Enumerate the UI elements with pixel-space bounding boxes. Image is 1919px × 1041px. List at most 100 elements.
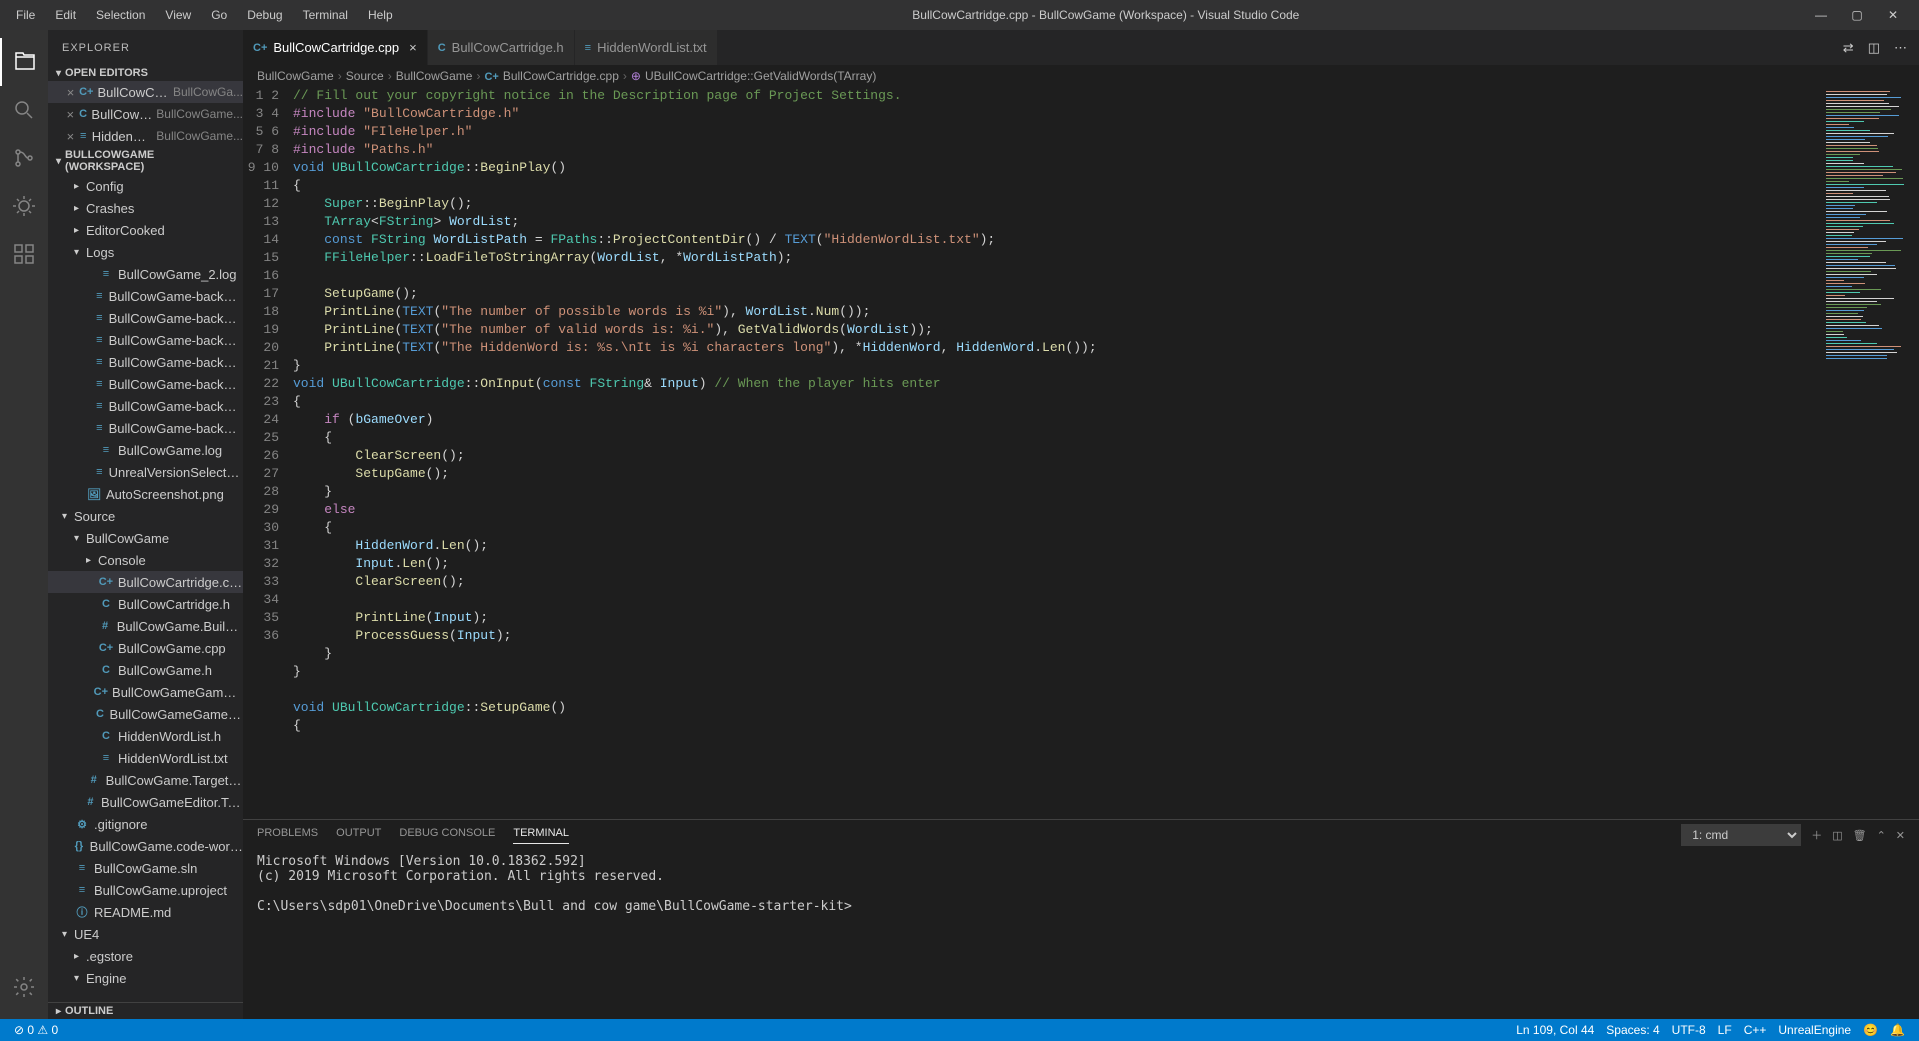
- file-item[interactable]: {}BullCowGame.code-workspace: [48, 835, 243, 857]
- status-item[interactable]: UTF-8: [1666, 1023, 1712, 1037]
- split-icon[interactable]: ◫: [1868, 40, 1880, 56]
- debug-icon[interactable]: [0, 182, 48, 230]
- file-item[interactable]: CBullCowGame.h: [48, 659, 243, 681]
- file-item[interactable]: 🖼AutoScreenshot.png: [48, 483, 243, 505]
- open-editor-item[interactable]: ×C+BullCowCartridge.cppBullCowGa...: [48, 81, 243, 103]
- breadcrumb-segment[interactable]: BullCowGame: [396, 69, 473, 83]
- file-item[interactable]: ≡HiddenWordList.txt: [48, 747, 243, 769]
- file-item[interactable]: C+BullCowCartridge.cpp: [48, 571, 243, 593]
- status-item[interactable]: UnrealEngine: [1772, 1023, 1857, 1037]
- close-panel-icon[interactable]: ✕: [1896, 829, 1905, 842]
- file-item[interactable]: ≡BullCowGame-backup-2020.02.0...: [48, 351, 243, 373]
- file-item[interactable]: ≡BullCowGame-backup-2020.02.0...: [48, 417, 243, 439]
- split-terminal-icon[interactable]: ◫: [1832, 829, 1842, 842]
- status-item[interactable]: Spaces: 4: [1600, 1023, 1665, 1037]
- breadcrumb-segment[interactable]: BullCowGame: [257, 69, 334, 83]
- status-item[interactable]: LF: [1712, 1023, 1738, 1037]
- workspace-section[interactable]: ▾BULLCOWGAME (WORKSPACE): [48, 147, 243, 175]
- folder-item[interactable]: ▾Source: [48, 505, 243, 527]
- menu-go[interactable]: Go: [203, 4, 235, 26]
- file-item[interactable]: ≡BullCowGame_2.log: [48, 263, 243, 285]
- folder-item[interactable]: ▾Logs: [48, 241, 243, 263]
- status-item[interactable]: 🔔: [1884, 1023, 1911, 1037]
- breadcrumb-segment[interactable]: ⊕UBullCowCartridge::GetValidWords(TArray…: [631, 69, 876, 83]
- file-item[interactable]: C+BullCowGame.cpp: [48, 637, 243, 659]
- kill-terminal-icon[interactable]: 🗑: [1853, 829, 1867, 842]
- folder-item[interactable]: ▸Crashes: [48, 197, 243, 219]
- menu-terminal[interactable]: Terminal: [295, 4, 356, 26]
- open-editor-item[interactable]: ×CBullCowCartridge.hBullCowGame...: [48, 103, 243, 125]
- outline-section[interactable]: ▸OUTLINE: [48, 1002, 243, 1019]
- menu-selection[interactable]: Selection: [88, 4, 153, 26]
- menu-debug[interactable]: Debug: [239, 4, 290, 26]
- file-item[interactable]: ≡BullCowGame-backup-2020.02.0...: [48, 285, 243, 307]
- panel-tab-terminal[interactable]: TERMINAL: [513, 827, 569, 844]
- folder-item[interactable]: ▸EditorCooked: [48, 219, 243, 241]
- folder-item[interactable]: ▸Console: [48, 549, 243, 571]
- panel-tab-problems[interactable]: PROBLEMS: [257, 827, 318, 843]
- editor-tab[interactable]: C+BullCowCartridge.cpp×: [243, 30, 428, 65]
- file-item[interactable]: #BullCowGame.Build.cs: [48, 615, 243, 637]
- menu-view[interactable]: View: [157, 4, 199, 26]
- minimize-button[interactable]: —: [1811, 8, 1831, 22]
- file-path: BullCowGa...: [173, 85, 243, 99]
- menu-edit[interactable]: Edit: [47, 4, 84, 26]
- status-item[interactable]: C++: [1738, 1023, 1773, 1037]
- new-terminal-icon[interactable]: ＋: [1811, 827, 1822, 843]
- folder-item[interactable]: ▾Engine: [48, 967, 243, 989]
- menu-help[interactable]: Help: [360, 4, 401, 26]
- close-file-icon[interactable]: ×: [66, 107, 75, 122]
- file-item[interactable]: ≡BullCowGame.log: [48, 439, 243, 461]
- maximize-button[interactable]: ▢: [1847, 8, 1867, 22]
- breadcrumb-segment[interactable]: Source: [346, 69, 384, 83]
- file-item[interactable]: CHiddenWordList.h: [48, 725, 243, 747]
- file-item[interactable]: #BullCowGame.Target.cs: [48, 769, 243, 791]
- file-item[interactable]: CBullCowCartridge.h: [48, 593, 243, 615]
- editor-tab[interactable]: CBullCowCartridge.h: [428, 30, 575, 65]
- explorer-icon[interactable]: [0, 38, 48, 86]
- panel-tab-output[interactable]: OUTPUT: [336, 827, 381, 843]
- file-item[interactable]: ≡BullCowGame-backup-2020.02.0...: [48, 395, 243, 417]
- folder-item[interactable]: ▸Config: [48, 175, 243, 197]
- file-item[interactable]: ≡UnrealVersionSelector-2020.01.2...: [48, 461, 243, 483]
- open-editor-item[interactable]: ×≡HiddenWordList.txtBullCowGame...: [48, 125, 243, 147]
- source-control-icon[interactable]: [0, 134, 48, 182]
- search-icon[interactable]: [0, 86, 48, 134]
- file-item[interactable]: ≡BullCowGame.sln: [48, 857, 243, 879]
- settings-icon[interactable]: [0, 963, 48, 1011]
- file-item[interactable]: ≡BullCowGame.uproject: [48, 879, 243, 901]
- status-item[interactable]: ⊘ 0 ⚠ 0: [8, 1023, 64, 1037]
- file-item[interactable]: ≡BullCowGame-backup-2020.02.0...: [48, 329, 243, 351]
- status-item[interactable]: 😊: [1857, 1023, 1884, 1037]
- file-item[interactable]: #BullCowGameEditor.Target.cs: [48, 791, 243, 813]
- menu-file[interactable]: File: [8, 4, 43, 26]
- editor-tab[interactable]: ≡HiddenWordList.txt: [575, 30, 718, 65]
- file-item[interactable]: ⓘREADME.md: [48, 901, 243, 923]
- compare-icon[interactable]: ⇄: [1843, 40, 1854, 56]
- minimap[interactable]: [1819, 87, 1919, 819]
- close-tab-icon[interactable]: ×: [409, 40, 417, 55]
- maximize-panel-icon[interactable]: ⌃: [1877, 829, 1886, 842]
- close-file-icon[interactable]: ×: [66, 85, 75, 100]
- folder-item[interactable]: ▸.egstore: [48, 945, 243, 967]
- file-item[interactable]: ⚙.gitignore: [48, 813, 243, 835]
- close-file-icon[interactable]: ×: [66, 129, 75, 144]
- status-item[interactable]: Ln 109, Col 44: [1510, 1023, 1600, 1037]
- file-item[interactable]: CBullCowGameGameModeBase.h: [48, 703, 243, 725]
- file-item[interactable]: ≡BullCowGame-backup-2020.02.0...: [48, 307, 243, 329]
- terminal-selector[interactable]: 1: cmd: [1681, 824, 1801, 846]
- close-button[interactable]: ✕: [1883, 8, 1903, 22]
- extensions-icon[interactable]: [0, 230, 48, 278]
- breadcrumbs[interactable]: BullCowGame›Source›BullCowGame›C+BullCow…: [243, 65, 1919, 87]
- more-icon[interactable]: ⋯: [1894, 40, 1907, 56]
- item-label: BullCowGame.log: [118, 443, 222, 458]
- panel-tab-debug-console[interactable]: DEBUG CONSOLE: [399, 827, 495, 843]
- terminal-body[interactable]: Microsoft Windows [Version 10.0.18362.59…: [243, 850, 1919, 1019]
- code-editor[interactable]: 1 2 3 4 5 6 7 8 9 10 11 12 13 14 15 16 1…: [243, 87, 1919, 819]
- open-editors-section[interactable]: ▾OPEN EDITORS: [48, 65, 243, 81]
- folder-item[interactable]: ▾BullCowGame: [48, 527, 243, 549]
- folder-item[interactable]: ▾UE4: [48, 923, 243, 945]
- file-item[interactable]: ≡BullCowGame-backup-2020.02.0...: [48, 373, 243, 395]
- breadcrumb-segment[interactable]: C+BullCowCartridge.cpp: [484, 69, 618, 83]
- file-item[interactable]: C+BullCowGameGameModeBase.cpp: [48, 681, 243, 703]
